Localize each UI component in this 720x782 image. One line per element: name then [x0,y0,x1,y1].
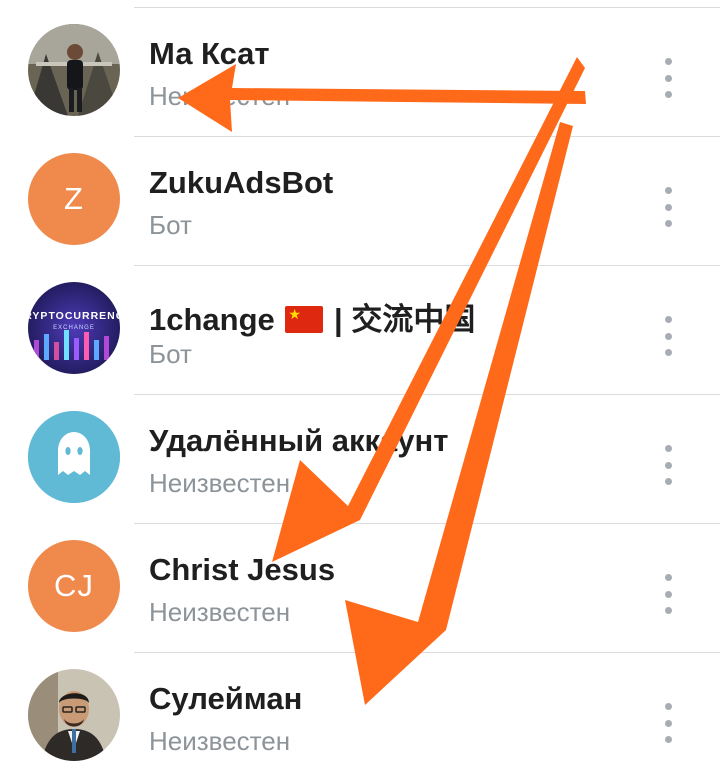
contact-name-part: 1change [149,302,275,337]
contact-row-suleyman[interactable]: Сулейман Неизвестен [0,653,720,782]
profile-photo [28,669,120,761]
more-vert-icon[interactable] [654,572,682,616]
contact-status: Бот [149,210,192,240]
logo-text: CRYPTOCURRENCY [28,310,120,322]
contact-row-ma-ksat[interactable]: Ма Ксат Неизвестен [0,8,720,137]
contact-list: Ма Ксат Неизвестен Z ZukuAdsBot Бот RYPT… [0,0,720,780]
more-vert-icon[interactable] [654,56,682,100]
avatar[interactable]: Z [28,153,120,245]
contact-name: Ма Ксат [149,36,270,71]
contact-status: Бот [149,339,192,369]
ghost-icon [28,411,120,503]
contact-name: 1change | 交流中国 [149,294,475,339]
avatar[interactable] [28,24,120,116]
more-vert-icon[interactable] [654,314,682,358]
profile-photo [28,24,120,116]
contact-row-deleted-account[interactable]: Удалённый аккаунт Неизвестен [0,395,720,524]
contact-name: Christ Jesus [149,552,336,587]
contact-status: Неизвестен [149,726,291,756]
avatar[interactable] [28,669,120,761]
contact-status: Неизвестен [149,81,291,111]
more-vert-icon[interactable] [654,185,682,229]
contact-name: Сулейман [149,681,303,716]
china-flag-icon [285,306,324,333]
contact-name: ZukuAdsBot [149,165,334,200]
logo-subtext: EXCHANGE [53,325,95,331]
more-vert-icon[interactable] [654,701,682,745]
avatar[interactable]: CRYPTOCURRENCY EXCHANGE [28,282,120,374]
contact-status: Неизвестен [149,597,291,627]
contact-name: Удалённый аккаунт [149,423,449,458]
crypto-exchange-logo: CRYPTOCURRENCY EXCHANGE [28,282,120,374]
contact-row-christ-jesus[interactable]: CJ Christ Jesus Неизвестен [0,524,720,653]
contact-name-part: | 交流中国 [334,302,476,337]
more-vert-icon[interactable] [654,443,682,487]
contact-status: Неизвестен [149,468,291,498]
avatar[interactable] [28,411,120,503]
contact-row-zukuadsbot[interactable]: Z ZukuAdsBot Бот [0,137,720,266]
avatar[interactable]: CJ [28,540,120,632]
contact-row-1change[interactable]: CRYPTOCURRENCY EXCHANGE 1change | 交流中国 Б… [0,266,720,395]
